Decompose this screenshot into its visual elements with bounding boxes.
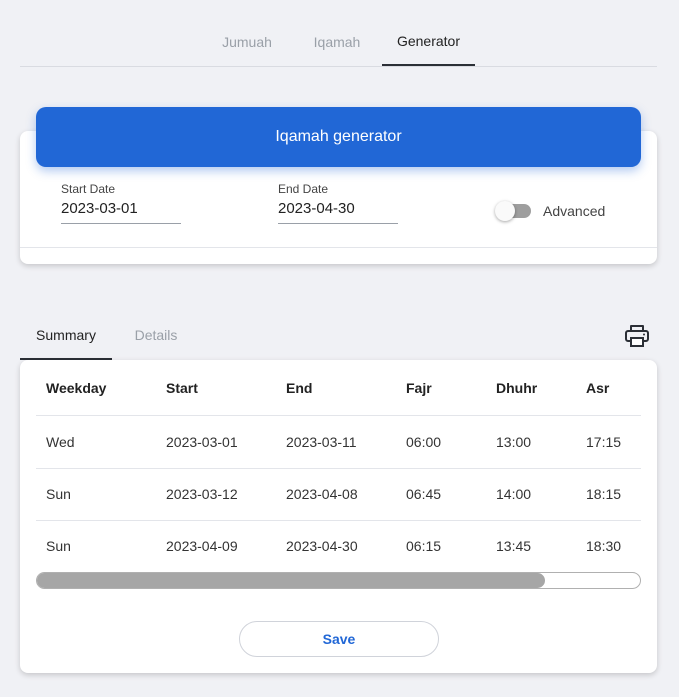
scrollbar-thumb[interactable] [37,573,545,588]
horizontal-scrollbar[interactable] [36,572,641,589]
column-header: Dhuhr [496,380,538,396]
start-date-label: Start Date [61,182,116,196]
table-cell: Sun [46,486,71,502]
result-tab-bar: Summary Details [20,312,657,360]
tab-iqamah[interactable]: Iqamah [296,18,378,66]
end-date-input[interactable]: 2023-04-30 [278,200,398,224]
table-cell: 2023-03-01 [166,434,238,450]
printer-icon[interactable] [624,324,650,348]
tab-jumuah[interactable]: Jumuah [210,18,284,66]
table-cell: 18:30 [586,538,622,554]
end-date-label: End Date [278,182,329,196]
generator-title: Iqamah generator [36,107,641,167]
table-row: Sun 2023-04-09 2023-04-30 06:15 13:45 18… [36,520,641,572]
start-date-input[interactable]: 2023-03-01 [61,200,181,224]
table-row: Sun 2023-03-12 2023-04-08 06:45 14:00 18… [36,468,641,521]
save-button[interactable]: Save [239,621,439,657]
advanced-label: Advanced [543,203,606,219]
table-cell: 06:00 [406,434,442,450]
table-cell: 18:15 [586,486,622,502]
table-row: Wed 2023-03-01 2023-03-11 06:00 13:00 17… [36,416,641,469]
divider [20,247,657,248]
table-cell: 06:15 [406,538,442,554]
column-header: Asr [586,380,610,396]
table-cell: 2023-04-09 [166,538,238,554]
table-cell: 17:15 [586,434,622,450]
tab-summary[interactable]: Summary [20,312,112,360]
table-cell: 2023-04-30 [286,538,358,554]
column-header: Fajr [406,380,432,396]
start-date-field[interactable]: Start Date 2023-03-01 [61,182,181,224]
tab-details[interactable]: Details [120,312,192,358]
column-header: Start [166,380,198,396]
table-cell: Sun [46,538,71,554]
top-tab-bar: Jumuah Iqamah Generator [20,18,657,67]
column-header: End [286,380,313,396]
table-cell: 06:45 [406,486,442,502]
table-cell: 13:00 [496,434,532,450]
tab-generator[interactable]: Generator [382,18,475,66]
table-header-row: Weekday Start End Fajr Dhuhr Asr [36,361,641,416]
end-date-field[interactable]: End Date 2023-04-30 [278,182,398,224]
column-header: Weekday [46,380,107,396]
table-cell: 2023-03-11 [286,434,357,450]
table-cell: 2023-04-08 [286,486,358,502]
summary-table-card: Weekday Start End Fajr Dhuhr Asr Wed 202… [20,360,657,673]
printer-icon-svg [625,325,649,347]
table-cell: 2023-03-12 [166,486,238,502]
table-cell: Wed [46,434,75,450]
table-cell: 13:45 [496,538,532,554]
table-cell: 14:00 [496,486,532,502]
advanced-toggle[interactable] [495,201,531,221]
toggle-knob [495,201,515,221]
